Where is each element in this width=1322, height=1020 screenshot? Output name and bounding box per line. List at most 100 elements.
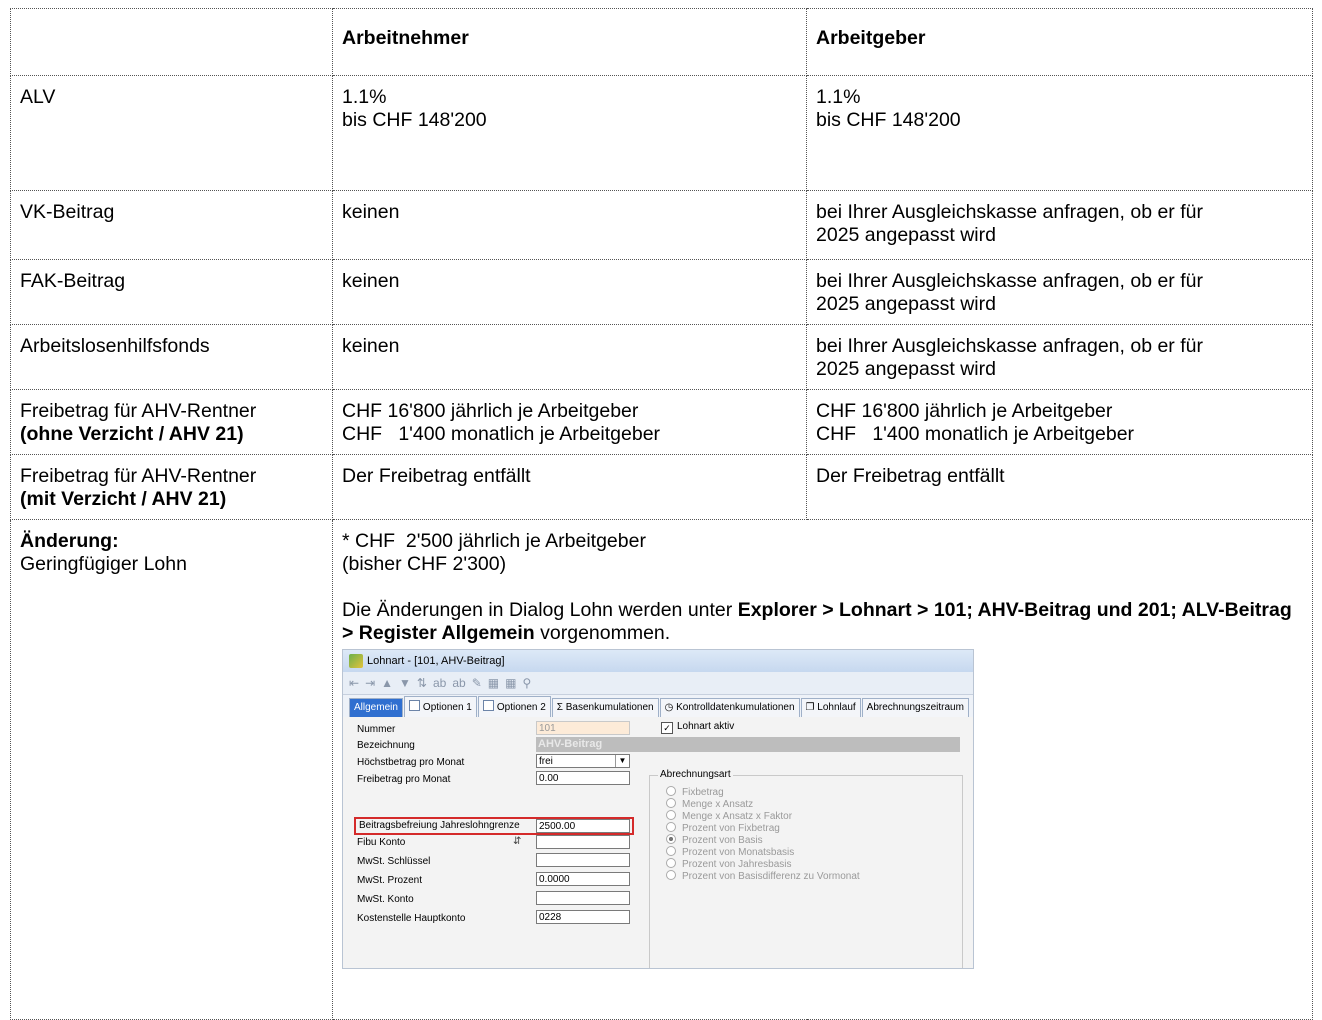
tab-allgemein[interactable]: Allgemein <box>349 698 403 717</box>
paragraph-text: vorgenommen. <box>534 622 671 644</box>
tab-label: Kontrolldatenkumulationen <box>676 702 795 713</box>
sort-icon[interactable]: ⇅ <box>417 677 427 689</box>
tab-optionen-2[interactable]: Optionen 2 <box>477 696 551 717</box>
fibu-field[interactable] <box>536 835 630 849</box>
cell-line: CHF 1'400 monatlich je Arbeitgeber <box>816 423 1135 445</box>
cell-line: keinen <box>342 335 400 357</box>
label-bold-line: Änderung: <box>20 530 119 552</box>
toolbar-icon[interactable]: ⇥ <box>365 677 375 689</box>
tab-label: Optionen 1 <box>422 702 472 713</box>
mwst-schluessel-label: MwSt. Schlüssel <box>357 856 431 867</box>
arbeitgeber-cell: 1.1% bis CHF 148'200 <box>806 75 1313 191</box>
change-line: (bisher CHF 2'300) <box>342 553 507 575</box>
mwst-konto-label: MwSt. Konto <box>357 894 414 905</box>
table-row: Freibetrag für AHV-Rentner (mit Verzicht … <box>10 454 1313 520</box>
radio-label: Prozent von Basisdifferenz zu Vormonat <box>682 871 860 882</box>
grid-icon[interactable]: ▦ <box>505 677 516 689</box>
radio-circle <box>666 858 676 868</box>
radio-label: Prozent von Monatsbasis <box>682 847 795 858</box>
arbeitnehmer-cell: keinen <box>332 190 807 260</box>
bezeichnung-field[interactable]: AHV-Beitrag <box>536 737 960 752</box>
toolbar: ⇤ ⇥ ▲ ▼ ⇅ ab ab ✎ ▦ ▦ ⚲ <box>343 672 973 695</box>
kostenstelle-field[interactable]: 0228 <box>536 910 630 924</box>
tab-basenkumulationen[interactable]: Σ Basenkumulationen <box>551 698 659 717</box>
arbeitgeber-cell: bei Ihrer Ausgleichskasse anfragen, ob e… <box>806 259 1313 325</box>
arbeitgeber-cell: Der Freibetrag entfällt <box>806 454 1313 520</box>
tab-icon <box>408 700 420 711</box>
tab-abrechnungszeitraum[interactable]: Abrechnungszeitraum <box>861 698 969 717</box>
edit-icon[interactable]: ✎ <box>472 677 482 689</box>
tab-optionen-1[interactable]: Optionen 1 <box>403 696 477 717</box>
befreiung-field[interactable]: 2500.00 <box>536 819 630 833</box>
down-arrow-icon[interactable]: ▼ <box>399 677 411 689</box>
up-arrow-icon[interactable]: ▲ <box>381 677 393 689</box>
spell-icon[interactable]: ab <box>433 677 446 689</box>
arbeitgeber-cell: bei Ihrer Ausgleichskasse anfragen, ob e… <box>806 190 1313 260</box>
chevron-down-icon[interactable]: ▼ <box>615 755 629 767</box>
row-label: Änderung: Geringfügiger Lohn <box>10 519 333 1020</box>
label-line: Freibetrag für AHV-Rentner <box>20 465 257 487</box>
fibu-label: Fibu Konto <box>357 837 406 848</box>
radio-circle <box>666 822 676 832</box>
group-label: Abrechnungsart <box>658 769 733 781</box>
arbeitnehmer-cell: 1.1% bis CHF 148'200 <box>332 75 807 191</box>
tab-lohnlauf[interactable]: ❐ Lohnlauf <box>800 698 861 717</box>
tab-label: Lohnlauf <box>817 702 856 713</box>
lohnart-aktiv-checkbox[interactable]: ✓ Lohnart aktiv <box>661 721 734 734</box>
radio-label: Prozent von Fixbetrag <box>682 823 780 834</box>
nummer-label: Nummer <box>357 724 396 735</box>
cell-line: 1.1% <box>816 86 861 108</box>
radio-prozent-basisdifferenz[interactable]: Prozent von Basisdifferenz zu Vormonat <box>666 870 860 883</box>
radio-label: Prozent von Basis <box>682 835 763 846</box>
row-label: ALV <box>10 75 333 191</box>
hoechstbetrag-select[interactable]: frei ▼ <box>536 754 630 768</box>
radio-label: Menge x Ansatz x Faktor <box>682 811 793 822</box>
change-paragraph: Die Änderungen in Dialog Lohn werden unt… <box>342 599 1302 645</box>
app-icon <box>349 654 363 668</box>
header-row: Arbeitnehmer Arbeitgeber <box>10 8 1313 76</box>
radio-label: Prozent von Jahresbasis <box>682 859 792 870</box>
mwst-konto-field[interactable] <box>536 891 630 905</box>
row-label: VK-Beitrag <box>10 190 333 260</box>
mwst-prozent-field[interactable]: 0.0000 <box>536 872 630 886</box>
select-value: frei <box>539 756 553 767</box>
label-line: Geringfügiger Lohn <box>20 553 187 575</box>
grid-icon[interactable]: ▦ <box>488 677 499 689</box>
radio-label: Menge x Ansatz <box>682 799 754 810</box>
cell-line: CHF 16'800 jährlich je Arbeitgeber <box>342 400 639 422</box>
spell-icon[interactable]: ab <box>452 677 465 689</box>
freibetrag-field[interactable]: 0.00 <box>536 771 630 785</box>
radio-circle <box>666 810 676 820</box>
bezeichnung-label: Bezeichnung <box>357 740 415 751</box>
arbeitnehmer-cell: CHF 16'800 jährlich je Arbeitgeber CHF 1'… <box>332 389 807 455</box>
clock-icon: ◷ <box>664 702 677 713</box>
cell-line: Der Freibetrag entfällt <box>342 465 531 487</box>
header-arbeitgeber: Arbeitgeber <box>806 8 1313 76</box>
radio-circle <box>666 786 676 796</box>
search-icon[interactable]: ⚲ <box>522 677 531 689</box>
tab-kontrolldaten[interactable]: ◷ Kontrolldatenkumulationen <box>659 698 800 717</box>
row-label: FAK-Beitrag <box>10 259 333 325</box>
radio-circle <box>666 798 676 808</box>
label-bold-line: (ohne Verzicht / AHV 21) <box>20 423 244 445</box>
nummer-field[interactable]: 101 <box>536 721 630 735</box>
cell-line: CHF 16'800 jährlich je Arbeitgeber <box>816 400 1113 422</box>
befreiung-label: Beitragsbefreiung Jahreslohngrenze <box>359 820 520 831</box>
header-empty <box>10 8 333 76</box>
lookup-icon[interactable]: ⇵ <box>513 836 521 848</box>
freibetrag-label: Freibetrag pro Monat <box>357 774 451 785</box>
mwst-schluessel-field[interactable] <box>536 853 630 867</box>
kostenstelle-label: Kostenstelle Hauptkonto <box>357 913 466 924</box>
cell-line: keinen <box>342 201 400 223</box>
checkbox-label: Lohnart aktiv <box>677 721 735 732</box>
checkbox-check-icon: ✓ <box>661 722 673 734</box>
row-label: Freibetrag für AHV-Rentner (mit Verzicht … <box>10 454 333 520</box>
lohnart-screenshot: Lohnart - [101, AHV-Beitrag] ⇤ ⇥ ▲ ▼ ⇅ ab a… <box>342 649 974 969</box>
tab-bar: Allgemein Optionen 1 Optionen 2 Σ Basenk… <box>343 695 973 718</box>
radio-circle <box>666 846 676 856</box>
toolbar-icon[interactable]: ⇤ <box>349 677 359 689</box>
contribution-table: Arbeitnehmer Arbeitgeber ALV 1.1% bis CHF… <box>10 8 1313 1020</box>
cell-line: bei Ihrer Ausgleichskasse anfragen, ob e… <box>816 201 1203 223</box>
label-line: Freibetrag für AHV-Rentner <box>20 400 257 422</box>
abrechnungsart-group: Abrechnungsart Fixbetrag Menge x Ansatz … <box>649 769 963 968</box>
